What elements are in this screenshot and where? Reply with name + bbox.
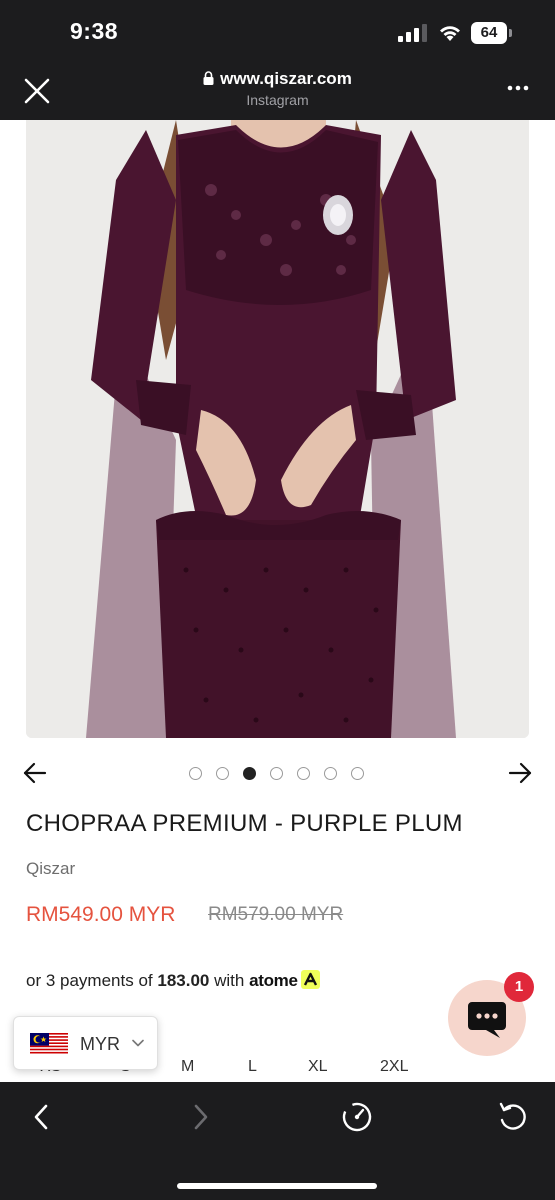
status-bar: 9:38 64 — [0, 0, 555, 64]
arrow-right-icon[interactable] — [507, 760, 533, 786]
close-icon[interactable] — [20, 74, 54, 108]
url-source: Instagram — [246, 92, 309, 108]
original-price: RM579.00 MYR — [208, 904, 344, 925]
more-dots-icon[interactable] — [506, 82, 530, 94]
carousel-dot[interactable] — [243, 767, 256, 780]
arrow-left-icon[interactable] — [22, 760, 48, 786]
installment-amount: 183.00 — [157, 971, 210, 990]
url-text: www.qiszar.com — [220, 69, 352, 88]
carousel-dot[interactable] — [324, 767, 337, 780]
installment-prefix: or 3 payments of — [26, 971, 153, 990]
currency-selector[interactable]: MYR — [13, 1016, 158, 1070]
size-option[interactable]: M — [181, 1058, 194, 1076]
dress-illustration — [26, 120, 529, 738]
installment-info: or 3 payments of 183.00 with atome — [26, 970, 320, 991]
brand-name[interactable]: Qiszar — [26, 859, 75, 879]
chevron-down-icon — [132, 1039, 144, 1047]
installment-with: with — [214, 971, 245, 990]
atome-logo-mark-icon — [300, 970, 320, 989]
status-time: 9:38 — [70, 18, 119, 44]
lock-icon — [203, 71, 214, 85]
size-option[interactable]: XL — [308, 1058, 328, 1076]
battery-level: 64 — [471, 22, 507, 44]
reload-icon[interactable] — [496, 1100, 530, 1134]
product-title: CHOPRAA PREMIUM - PURPLE PLUM — [26, 810, 463, 837]
size-option[interactable]: L — [248, 1058, 257, 1076]
chat-icon — [468, 1002, 506, 1038]
browser-toolbar — [0, 1082, 555, 1200]
carousel-dot[interactable] — [297, 767, 310, 780]
chat-notification-badge: 1 — [504, 972, 534, 1002]
carousel-dot[interactable] — [189, 767, 202, 780]
cellular-signal-icon — [398, 24, 427, 42]
speedometer-icon[interactable] — [340, 1100, 374, 1134]
atome-logo[interactable]: atome — [249, 971, 298, 990]
home-indicator — [177, 1183, 377, 1189]
battery-icon: 64 — [471, 22, 513, 44]
currency-code: MYR — [80, 1034, 120, 1054]
sale-price: RM549.00 MYR — [26, 903, 176, 926]
chevron-left-icon[interactable] — [28, 1102, 56, 1132]
carousel-dot[interactable] — [216, 767, 229, 780]
product-image[interactable] — [26, 120, 529, 738]
carousel-dot[interactable] — [351, 767, 364, 780]
wifi-icon — [440, 26, 460, 41]
page: 9:38 64 www.qiszar.com Instagram CHOPRAA… — [0, 0, 555, 1200]
size-option[interactable]: 2XL — [380, 1058, 408, 1076]
carousel-dot[interactable] — [270, 767, 283, 780]
carousel-dots — [189, 767, 364, 780]
url-bar[interactable]: www.qiszar.com Instagram — [150, 68, 405, 110]
browser-header: www.qiszar.com Instagram — [0, 64, 555, 120]
chevron-right-icon[interactable] — [186, 1102, 214, 1132]
malaysia-flag-icon — [30, 1033, 68, 1055]
